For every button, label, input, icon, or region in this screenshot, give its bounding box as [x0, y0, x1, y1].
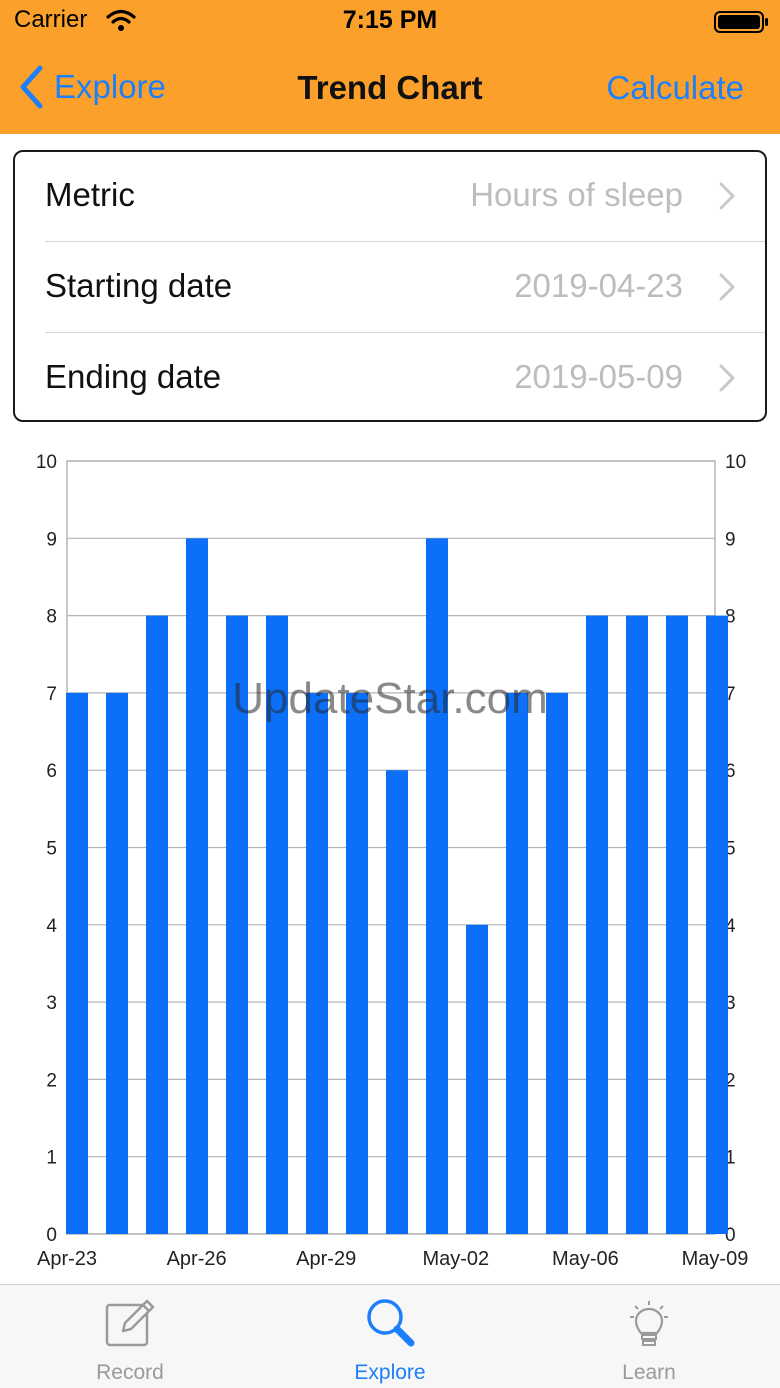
x-tick-label: Apr-26: [167, 1248, 227, 1270]
bar: [546, 692, 568, 1234]
ending-date-row[interactable]: Ending date 2019-05-09: [15, 334, 765, 420]
y-tick-label-left: 2: [46, 1070, 57, 1091]
bar: [426, 538, 448, 1234]
y-tick-label-left: 5: [46, 839, 57, 860]
x-tick-label: May-06: [552, 1248, 619, 1270]
bar: [666, 615, 688, 1234]
pencil-square-icon: [105, 1299, 155, 1347]
bar: [626, 615, 648, 1234]
bar: [226, 615, 248, 1234]
tab-record[interactable]: Record: [40, 1285, 220, 1388]
y-tick-label-right: 9: [725, 529, 736, 550]
metric-value: Hours of sleep: [470, 176, 683, 213]
y-tick-label-left: 10: [36, 452, 57, 473]
tab-record-label: Record: [96, 1361, 164, 1384]
y-tick-label-left: 0: [46, 1225, 57, 1246]
ending-date-value: 2019-05-09: [514, 358, 683, 395]
calculate-button[interactable]: Calculate: [606, 69, 744, 107]
y-tick-label-left: 8: [46, 607, 57, 628]
tab-learn[interactable]: Learn: [559, 1285, 739, 1388]
tab-explore-label: Explore: [354, 1361, 426, 1384]
magnifier-icon: [367, 1299, 415, 1347]
y-tick-label-left: 6: [46, 761, 57, 782]
starting-date-row[interactable]: Starting date 2019-04-23: [15, 243, 765, 333]
starting-date-label: Starting date: [45, 267, 233, 304]
chevron-right-icon: [719, 364, 735, 392]
y-tick-label-left: 9: [46, 529, 57, 550]
x-tick-label: Apr-23: [37, 1248, 97, 1270]
y-tick-label-left: 7: [46, 684, 57, 705]
ending-date-label: Ending date: [45, 358, 222, 395]
row-divider: [45, 241, 765, 242]
x-tick-label: May-02: [422, 1248, 489, 1270]
y-tick-label-left: 4: [46, 916, 57, 937]
bar: [146, 615, 168, 1234]
lightbulb-icon: [630, 1301, 668, 1346]
tab-explore[interactable]: Explore: [300, 1285, 480, 1388]
chevron-right-icon: [719, 273, 735, 301]
metric-row[interactable]: Metric Hours of sleep: [15, 152, 765, 242]
y-tick-label-left: 3: [46, 993, 57, 1014]
bar: [106, 692, 128, 1234]
tab-learn-label: Learn: [622, 1361, 676, 1384]
tab-bar: Record Explore Learn: [0, 1284, 780, 1388]
y-tick-label-left: 1: [46, 1148, 57, 1169]
bar: [466, 924, 488, 1234]
bar: [266, 615, 288, 1234]
x-tick-label: Apr-29: [296, 1248, 356, 1270]
bar: [586, 615, 608, 1234]
navigation-bar: Explore Trend Chart Calculate: [0, 44, 780, 134]
header: Carrier 7:15 PM Explore Trend Chart Calc…: [0, 0, 780, 134]
starting-date-value: 2019-04-23: [514, 267, 683, 304]
bar: [346, 692, 368, 1234]
bar: [66, 692, 88, 1234]
status-bar: Carrier 7:15 PM: [0, 0, 780, 44]
bar: [186, 538, 208, 1234]
settings-card: Metric Hours of sleep Starting date 2019…: [13, 150, 767, 422]
status-time: 7:15 PM: [342, 6, 438, 34]
bar: [706, 615, 728, 1234]
bar: [506, 692, 528, 1234]
battery-icon: [714, 11, 768, 33]
bar: [386, 770, 408, 1234]
bar: [306, 692, 328, 1234]
chevron-right-icon: [719, 182, 735, 210]
y-tick-label-right: 10: [725, 452, 746, 473]
bar-chart: 0 01 12 23 34 45 56 67 78 89 910 10Apr-23 Apr-26 Apr-…: [36, 452, 749, 1270]
trend-chart: 0 0 1 1 2 2 3 3 4 4 5 5 6 6 7 7 8 8 9 9 10 10 Apr-23 Apr-26 Apr-…: [0, 440, 780, 1275]
x-tick-label: May-09: [682, 1248, 749, 1270]
row-divider: [45, 332, 765, 333]
metric-label: Metric: [45, 176, 135, 213]
